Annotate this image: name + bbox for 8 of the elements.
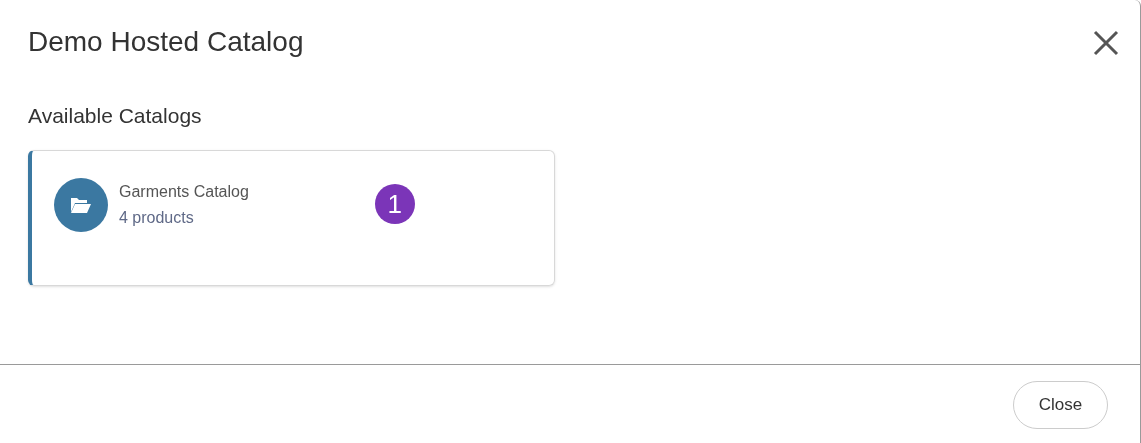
close-icon[interactable] <box>1092 29 1120 57</box>
count-badge: 1 <box>374 184 415 224</box>
catalog-name: Garments Catalog <box>119 182 249 202</box>
catalog-card[interactable]: Garments Catalog 4 products 1 <box>28 150 555 286</box>
product-count: 4 products <box>119 208 195 228</box>
folder-icon <box>54 178 108 232</box>
section-heading: Available Catalogs <box>28 103 203 129</box>
dialog-title: Demo Hosted Catalog <box>28 25 305 59</box>
